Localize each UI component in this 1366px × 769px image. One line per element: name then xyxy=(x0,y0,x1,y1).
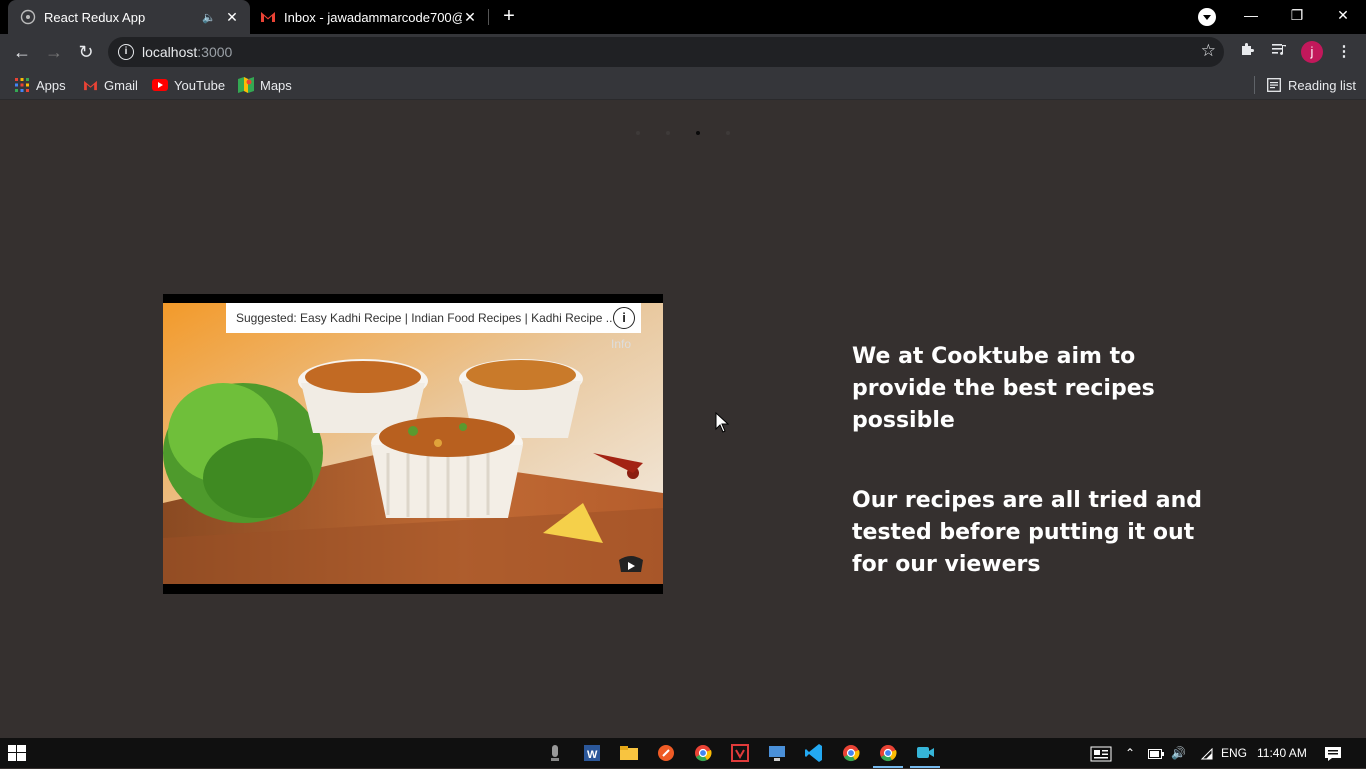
about-text: We at Cooktube aim to provide the best r… xyxy=(852,341,1212,629)
tab-title: React Redux App xyxy=(44,9,146,25)
bookmark-youtube[interactable]: YouTube xyxy=(152,76,225,94)
tab-gmail-inbox[interactable]: Inbox - jawadammarcode700@g ✕ xyxy=(252,0,488,34)
red-app-icon[interactable] xyxy=(729,742,751,764)
volume-icon[interactable]: 🔊 xyxy=(1171,738,1186,768)
mouse-cursor-icon xyxy=(715,411,730,439)
word-app-icon[interactable]: W xyxy=(581,742,603,764)
tab-react-redux-app[interactable]: React Redux App 🔈 ✕ xyxy=(8,0,250,34)
suggested-video-banner[interactable]: Suggested: Easy Kadhi Recipe | Indian Fo… xyxy=(226,303,641,333)
notifications-icon[interactable] xyxy=(1324,738,1342,768)
reading-list-label: Reading list xyxy=(1288,77,1356,93)
bookmark-apps[interactable]: Apps xyxy=(14,76,66,94)
video-thumbnail[interactable] xyxy=(163,303,663,584)
windows-taskbar: W ⌃ 🔊 ENG 11:40 AM xyxy=(0,738,1366,768)
info-label[interactable]: Info xyxy=(611,337,631,351)
speaker-icon[interactable]: 🔈 xyxy=(202,11,218,24)
battery-icon[interactable] xyxy=(1148,738,1164,768)
clock[interactable]: 11:40 AM xyxy=(1257,738,1307,768)
vscode-app-icon[interactable] xyxy=(803,742,825,764)
language-indicator[interactable]: ENG xyxy=(1221,738,1247,768)
file-explorer-icon[interactable] xyxy=(618,742,640,764)
screen-recorder-icon[interactable] xyxy=(910,742,940,768)
media-playlist-icon[interactable] xyxy=(1268,41,1290,63)
bookmark-maps[interactable]: Maps xyxy=(238,76,292,94)
profile-avatar[interactable]: j xyxy=(1301,41,1323,63)
bookmark-separator xyxy=(1254,76,1255,94)
carousel-dot-active[interactable] xyxy=(696,131,700,135)
carousel-dot[interactable] xyxy=(636,131,640,135)
youtube-icon xyxy=(152,77,168,93)
address-bar[interactable]: i localhost:3000 ☆ xyxy=(108,37,1224,67)
restore-button[interactable]: ❐ xyxy=(1274,0,1320,32)
close-window-button[interactable]: ✕ xyxy=(1320,0,1366,32)
react-app-icon xyxy=(20,9,36,25)
carousel-indicators xyxy=(636,131,730,135)
reading-list-button[interactable]: Reading list xyxy=(1266,76,1356,94)
info-circle-icon[interactable]: i xyxy=(613,307,635,329)
maps-icon xyxy=(238,77,254,93)
bookmarks-bar: Apps Gmail YouTube Maps Reading list xyxy=(0,70,1366,100)
gmail-icon xyxy=(82,77,98,93)
bookmark-label: Maps xyxy=(260,77,292,93)
apps-grid-icon xyxy=(14,77,30,93)
menu-kebab-icon[interactable]: ⋮ xyxy=(1333,41,1355,63)
news-widget-icon[interactable] xyxy=(1090,738,1112,768)
chrome-app-icon[interactable] xyxy=(840,742,862,764)
chrome-active-app-icon[interactable] xyxy=(873,742,903,768)
page-content: Suggested: Easy Kadhi Recipe | Indian Fo… xyxy=(0,101,1366,738)
tab-title: Inbox - jawadammarcode700@g xyxy=(284,9,462,25)
about-paragraph: Our recipes are all tried and tested bef… xyxy=(852,488,1203,577)
bookmark-label: Gmail xyxy=(104,77,138,93)
minimize-button[interactable]: — xyxy=(1228,0,1274,32)
tab-strip: React Redux App 🔈 ✕ Inbox - jawadammarco… xyxy=(0,0,1366,34)
gmail-icon xyxy=(260,9,276,25)
url-text[interactable]: localhost:3000 xyxy=(142,44,232,60)
chrome-app-icon[interactable] xyxy=(692,742,714,764)
wifi-icon[interactable] xyxy=(1199,738,1213,768)
embedded-video-player[interactable]: Suggested: Easy Kadhi Recipe | Indian Fo… xyxy=(163,294,663,594)
tab-separator xyxy=(488,9,489,25)
windows-start-icon[interactable] xyxy=(8,745,26,766)
suggested-video-title[interactable]: Suggested: Easy Kadhi Recipe | Indian Fo… xyxy=(236,311,613,325)
browser-toolbar: ← → ↻ i localhost:3000 ☆ j ⋮ xyxy=(0,34,1366,70)
site-info-icon[interactable]: i xyxy=(118,44,134,60)
about-paragraph: We at Cooktube aim to provide the best r… xyxy=(852,344,1155,433)
back-arrow-icon[interactable]: ← xyxy=(10,40,34,64)
microphone-app-icon[interactable] xyxy=(544,742,566,764)
remote-desktop-icon[interactable] xyxy=(766,742,788,764)
svg-text:W: W xyxy=(587,749,598,761)
extensions-puzzle-icon[interactable] xyxy=(1236,41,1258,63)
new-tab-button[interactable]: + xyxy=(498,5,520,27)
carousel-dot[interactable] xyxy=(666,131,670,135)
bookmark-label: YouTube xyxy=(174,77,226,93)
bookmark-gmail[interactable]: Gmail xyxy=(82,76,138,94)
close-tab-icon[interactable]: ✕ xyxy=(224,9,240,26)
bookmark-label: Apps xyxy=(36,77,66,93)
forward-arrow-icon[interactable]: → xyxy=(42,40,66,64)
bookmark-star-icon[interactable]: ☆ xyxy=(1201,41,1216,61)
carousel-dot[interactable] xyxy=(726,131,730,135)
tab-search-icon[interactable] xyxy=(1198,8,1216,26)
postman-app-icon[interactable] xyxy=(655,742,677,764)
youtube-play-icon[interactable] xyxy=(616,552,646,574)
reload-icon[interactable]: ↻ xyxy=(74,40,98,64)
chevron-up-icon[interactable]: ⌃ xyxy=(1125,738,1135,768)
close-tab-icon[interactable]: ✕ xyxy=(462,9,478,26)
reading-list-icon xyxy=(1266,77,1282,93)
